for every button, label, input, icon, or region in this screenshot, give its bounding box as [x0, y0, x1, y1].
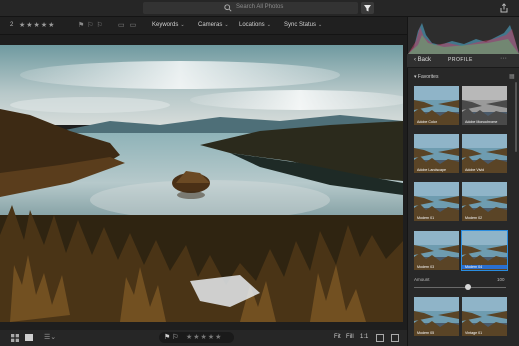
- profile-thumbnail-label: Adobe Monochrome: [465, 120, 498, 124]
- amount-label: Amount: [414, 277, 430, 282]
- rating-stars[interactable]: ★★★★★: [186, 333, 222, 341]
- histogram: [408, 17, 519, 54]
- cameras-dropdown[interactable]: Cameras ⌄: [198, 22, 229, 28]
- dropdown-label: Sync Status: [284, 22, 317, 28]
- grid-toggle-icon[interactable]: ▦: [509, 73, 515, 80]
- profile-thumbnail-label: Adobe Landscape: [417, 168, 446, 172]
- compare-icon[interactable]: [376, 334, 384, 342]
- profile-thumbnail-label: Modern 02: [465, 216, 483, 220]
- grid-view-icon[interactable]: [11, 334, 19, 342]
- back-button[interactable]: ‹ Back: [414, 57, 431, 63]
- panel-toggle-icon[interactable]: [391, 334, 399, 342]
- chevron-down-icon: ⌄: [318, 22, 323, 28]
- search-bar[interactable]: Search All Photos: [143, 2, 358, 14]
- profile-thumbnail[interactable]: Modern 02: [462, 182, 507, 221]
- dropdown-label: Keywords: [152, 22, 179, 28]
- favorites-label: Favorites: [417, 74, 439, 80]
- profile-thumbnail-label: Modern 03: [417, 265, 435, 269]
- main-photo[interactable]: [0, 45, 403, 322]
- share-icon[interactable]: [499, 3, 509, 13]
- single-view-icon[interactable]: [25, 334, 33, 341]
- dropdown-label: Cameras: [198, 22, 223, 28]
- filter-bar: 2 ★★★★★ ⚑⚐⚐ ▭▭ Keywords ⌄ Cameras ⌄ Locati…: [0, 17, 407, 35]
- profile-thumbnail[interactable]: Modern 04: [461, 230, 508, 271]
- profile-thumbnail-label: Modern 05: [417, 331, 435, 335]
- search-input[interactable]: Search All Photos: [236, 4, 283, 10]
- panel-title: PROFILE: [448, 57, 473, 63]
- flag-buttons[interactable]: ⚑⚐: [164, 333, 181, 341]
- chevron-down-icon: ⌄: [224, 22, 229, 28]
- chevron-down-icon: ⌄: [266, 22, 271, 28]
- sort-icon[interactable]: ☰⌄: [44, 333, 56, 341]
- media-type-icons[interactable]: ▭▭: [118, 21, 141, 29]
- fill-button[interactable]: Fill: [346, 334, 354, 340]
- profile-thumbnail[interactable]: Modern 01: [414, 182, 459, 221]
- flag-filter-icons[interactable]: ⚑⚐⚐: [78, 21, 106, 29]
- panel-scrollbar[interactable]: [515, 82, 517, 152]
- dropdown-label: Locations: [239, 22, 265, 28]
- bottom-toolbar: ☰⌄ ⚑⚐ ★★★★★ Fit Fill 1:1: [0, 330, 407, 346]
- rating-count: 2: [10, 22, 14, 28]
- rating-filter-stars[interactable]: ★★★★★: [19, 21, 55, 29]
- filter-button[interactable]: [361, 2, 374, 14]
- profile-thumbnail[interactable]: Modern 05: [414, 297, 459, 336]
- profile-thumbnail-label: Modern 04: [462, 265, 507, 269]
- profile-thumbnail-label: Vintage 01: [465, 331, 483, 335]
- profile-thumbnail-label: Adobe Vivid: [465, 168, 485, 172]
- search-icon: [224, 4, 232, 12]
- profile-thumbnail[interactable]: Adobe Vivid: [462, 134, 507, 173]
- one-to-one-button[interactable]: 1:1: [360, 334, 368, 340]
- more-options-icon[interactable]: ···: [500, 55, 507, 62]
- profile-thumbnail[interactable]: Modern 03: [414, 231, 459, 270]
- histogram-graph: [408, 23, 519, 54]
- keywords-dropdown[interactable]: Keywords ⌄: [152, 22, 185, 28]
- chevron-down-icon: ⌄: [180, 22, 185, 28]
- amount-slider[interactable]: [414, 287, 506, 288]
- profile-thumbnail[interactable]: Adobe Color: [414, 86, 459, 125]
- amount-value: 100: [497, 277, 505, 282]
- landscape-photo: [0, 45, 403, 322]
- locations-dropdown[interactable]: Locations ⌄: [239, 22, 271, 28]
- sync-status-dropdown[interactable]: Sync Status ⌄: [284, 22, 322, 28]
- profile-thumbnail[interactable]: Adobe Landscape: [414, 134, 459, 173]
- profile-thumbnail[interactable]: Adobe Monochrome: [462, 86, 507, 125]
- profile-thumbnail-label: Modern 01: [417, 216, 435, 220]
- favorites-section[interactable]: ▾ Favorites: [414, 74, 438, 80]
- back-label: Back: [417, 57, 432, 63]
- amount-slider-knob[interactable]: [465, 284, 471, 290]
- profile-thumbnail[interactable]: Vintage 01: [462, 297, 507, 336]
- profile-thumbnail-label: Adobe Color: [417, 120, 437, 124]
- fit-button[interactable]: Fit: [334, 334, 341, 340]
- filter-icon: [364, 5, 371, 12]
- top-bar: Search All Photos: [0, 0, 519, 17]
